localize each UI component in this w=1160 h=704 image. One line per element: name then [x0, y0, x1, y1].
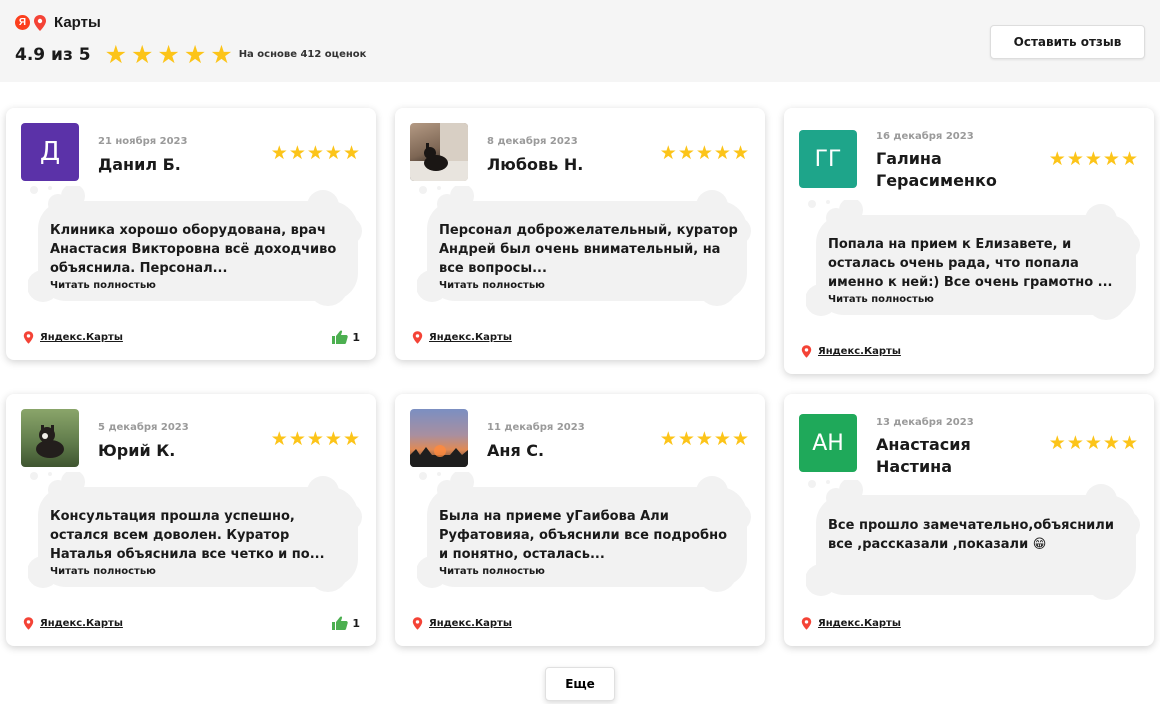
rating-summary: 4.9 из 5 ★ ★ ★ ★ ★ На основе 412 оценок — [15, 42, 366, 67]
avatar: АН — [799, 414, 857, 472]
source-link[interactable]: Яндекс.Карты — [801, 345, 901, 358]
map-pin-icon — [23, 617, 34, 630]
map-pin-icon — [412, 331, 423, 344]
source-label[interactable]: Яндекс.Карты — [40, 332, 123, 343]
brand[interactable]: Я Карты — [15, 14, 101, 31]
source-label[interactable]: Яндекс.Карты — [818, 346, 901, 357]
review-stars: ★ ★ ★ ★ ★ — [659, 142, 749, 164]
reviewer-name: Галина Герасименко — [876, 149, 997, 190]
review-bubble: Попала на прием к Елизавете, и осталась … — [806, 200, 1146, 330]
source-link[interactable]: Яндекс.Карты — [412, 331, 512, 344]
star-icon: ★ — [183, 40, 207, 69]
map-pin-icon — [23, 331, 34, 344]
review-date: 16 декабря 2023 — [876, 131, 974, 142]
reviewer-name: Анастасия Настина — [876, 435, 971, 476]
brand-label: Карты — [54, 14, 101, 31]
review-date: 8 декабря 2023 — [487, 136, 578, 147]
review-text: Была на приеме уГаибова Али Руфатовияа, … — [439, 509, 728, 562]
review-date: 13 декабря 2023 — [876, 417, 974, 428]
read-more-link[interactable]: Читать полностью — [50, 566, 156, 577]
source-link[interactable]: Яндекс.Карты — [23, 331, 123, 344]
dog-photo-icon — [410, 123, 468, 181]
reviewer-name: Аня С. — [487, 441, 545, 460]
likes-count: 1 — [352, 616, 360, 630]
rating-stars: ★ ★ ★ ★ ★ — [105, 42, 233, 67]
source-label[interactable]: Яндекс.Карты — [40, 618, 123, 629]
review-card: ГГ 16 декабря 2023 Галина Герасименко ★ ★… — [784, 108, 1154, 374]
source-label[interactable]: Яндекс.Карты — [818, 618, 901, 629]
map-pin-icon — [801, 617, 812, 630]
rating-header: Я Карты 4.9 из 5 ★ ★ ★ ★ ★ На основе 412 оце… — [0, 0, 1160, 82]
dog-photo-icon — [36, 425, 64, 458]
review-bubble: Была на приеме уГаибова Али Руфатовияа, … — [417, 472, 757, 602]
load-more-button[interactable]: Еще — [545, 667, 615, 701]
map-pin-icon — [412, 617, 423, 630]
review-card: 8 декабря 2023 Любовь Н. ★ ★ ★ ★ ★ Персонал … — [395, 108, 765, 360]
star-icon: ★ — [131, 40, 154, 69]
review-text: Персонал доброжелательный, куратор Андре… — [439, 223, 738, 276]
read-more-link[interactable]: Читать полностью — [439, 566, 545, 577]
rating-count: На основе 412 оценок — [238, 49, 367, 60]
review-card: 11 декабря 2023 Аня С. ★ ★ ★ ★ ★ Была на при… — [395, 394, 765, 646]
review-text: Все прошло замечательно,объяснили все ,р… — [828, 518, 1114, 552]
likes[interactable]: 1 — [332, 616, 360, 630]
avatar-photo — [410, 409, 468, 467]
review-bubble: Персонал доброжелательный, куратор Андре… — [417, 186, 757, 316]
read-more-link[interactable]: Читать полностью — [50, 280, 156, 291]
source-link[interactable]: Яндекс.Карты — [412, 617, 512, 630]
review-date: 21 ноября 2023 — [98, 136, 188, 147]
review-card: Д 21 ноября 2023 Данил Б. ★ ★ ★ ★ ★ Клиника … — [6, 108, 376, 360]
review-card: 5 декабря 2023 Юрий К. ★ ★ ★ ★ ★ Консультаци… — [6, 394, 376, 646]
avatar-photo — [410, 123, 468, 181]
leave-review-button[interactable]: Оставить отзыв — [990, 25, 1145, 59]
rating-value: 4.9 из 5 — [15, 44, 91, 65]
review-text: Клиника хорошо оборудована, врач Анастас… — [50, 223, 337, 276]
review-stars: ★ ★ ★ ★ ★ — [270, 142, 360, 164]
reviewer-name: Данил Б. — [98, 155, 181, 174]
source-label[interactable]: Яндекс.Карты — [429, 618, 512, 629]
thumbs-up-icon — [332, 330, 349, 344]
read-more-link[interactable]: Читать полностью — [439, 280, 545, 291]
star-icon: ★ — [157, 40, 180, 69]
thumbs-up-icon — [332, 616, 349, 630]
avatar: Д — [21, 123, 79, 181]
review-stars: ★ ★ ★ ★ ★ — [1048, 432, 1138, 454]
star-icon: ★ — [210, 40, 233, 69]
review-text: Консультация прошла успешно, остался все… — [50, 509, 325, 562]
reviewer-name: Юрий К. — [98, 441, 176, 460]
likes-count: 1 — [352, 330, 360, 344]
review-stars: ★ ★ ★ ★ ★ — [1048, 148, 1138, 170]
source-label[interactable]: Яндекс.Карты — [429, 332, 512, 343]
yandex-logo-icon: Я — [15, 15, 30, 30]
map-pin-icon — [34, 14, 46, 31]
avatar: ГГ — [799, 130, 857, 188]
review-bubble: Клиника хорошо оборудована, врач Анастас… — [28, 186, 368, 316]
sunset-photo-icon — [410, 445, 468, 467]
review-date: 11 декабря 2023 — [487, 422, 585, 433]
review-card: АН 13 декабря 2023 Анастасия Настина ★ ★ ★… — [784, 394, 1154, 646]
read-more-link[interactable]: Читать полностью — [828, 294, 934, 305]
review-bubble: Консультация прошла успешно, остался все… — [28, 472, 368, 602]
map-pin-icon — [801, 345, 812, 358]
avatar-photo — [21, 409, 79, 467]
review-stars: ★ ★ ★ ★ ★ — [659, 428, 749, 450]
likes[interactable]: 1 — [332, 330, 360, 344]
star-icon: ★ — [104, 40, 127, 69]
review-bubble: Все прошло замечательно,объяснили все ,р… — [806, 480, 1146, 610]
review-text: Попала на прием к Елизавете, и осталась … — [828, 237, 1113, 290]
source-link[interactable]: Яндекс.Карты — [801, 617, 901, 630]
reviewer-name: Любовь Н. — [487, 155, 584, 174]
source-link[interactable]: Яндекс.Карты — [23, 617, 123, 630]
review-date: 5 декабря 2023 — [98, 422, 189, 433]
review-stars: ★ ★ ★ ★ ★ — [270, 428, 360, 450]
